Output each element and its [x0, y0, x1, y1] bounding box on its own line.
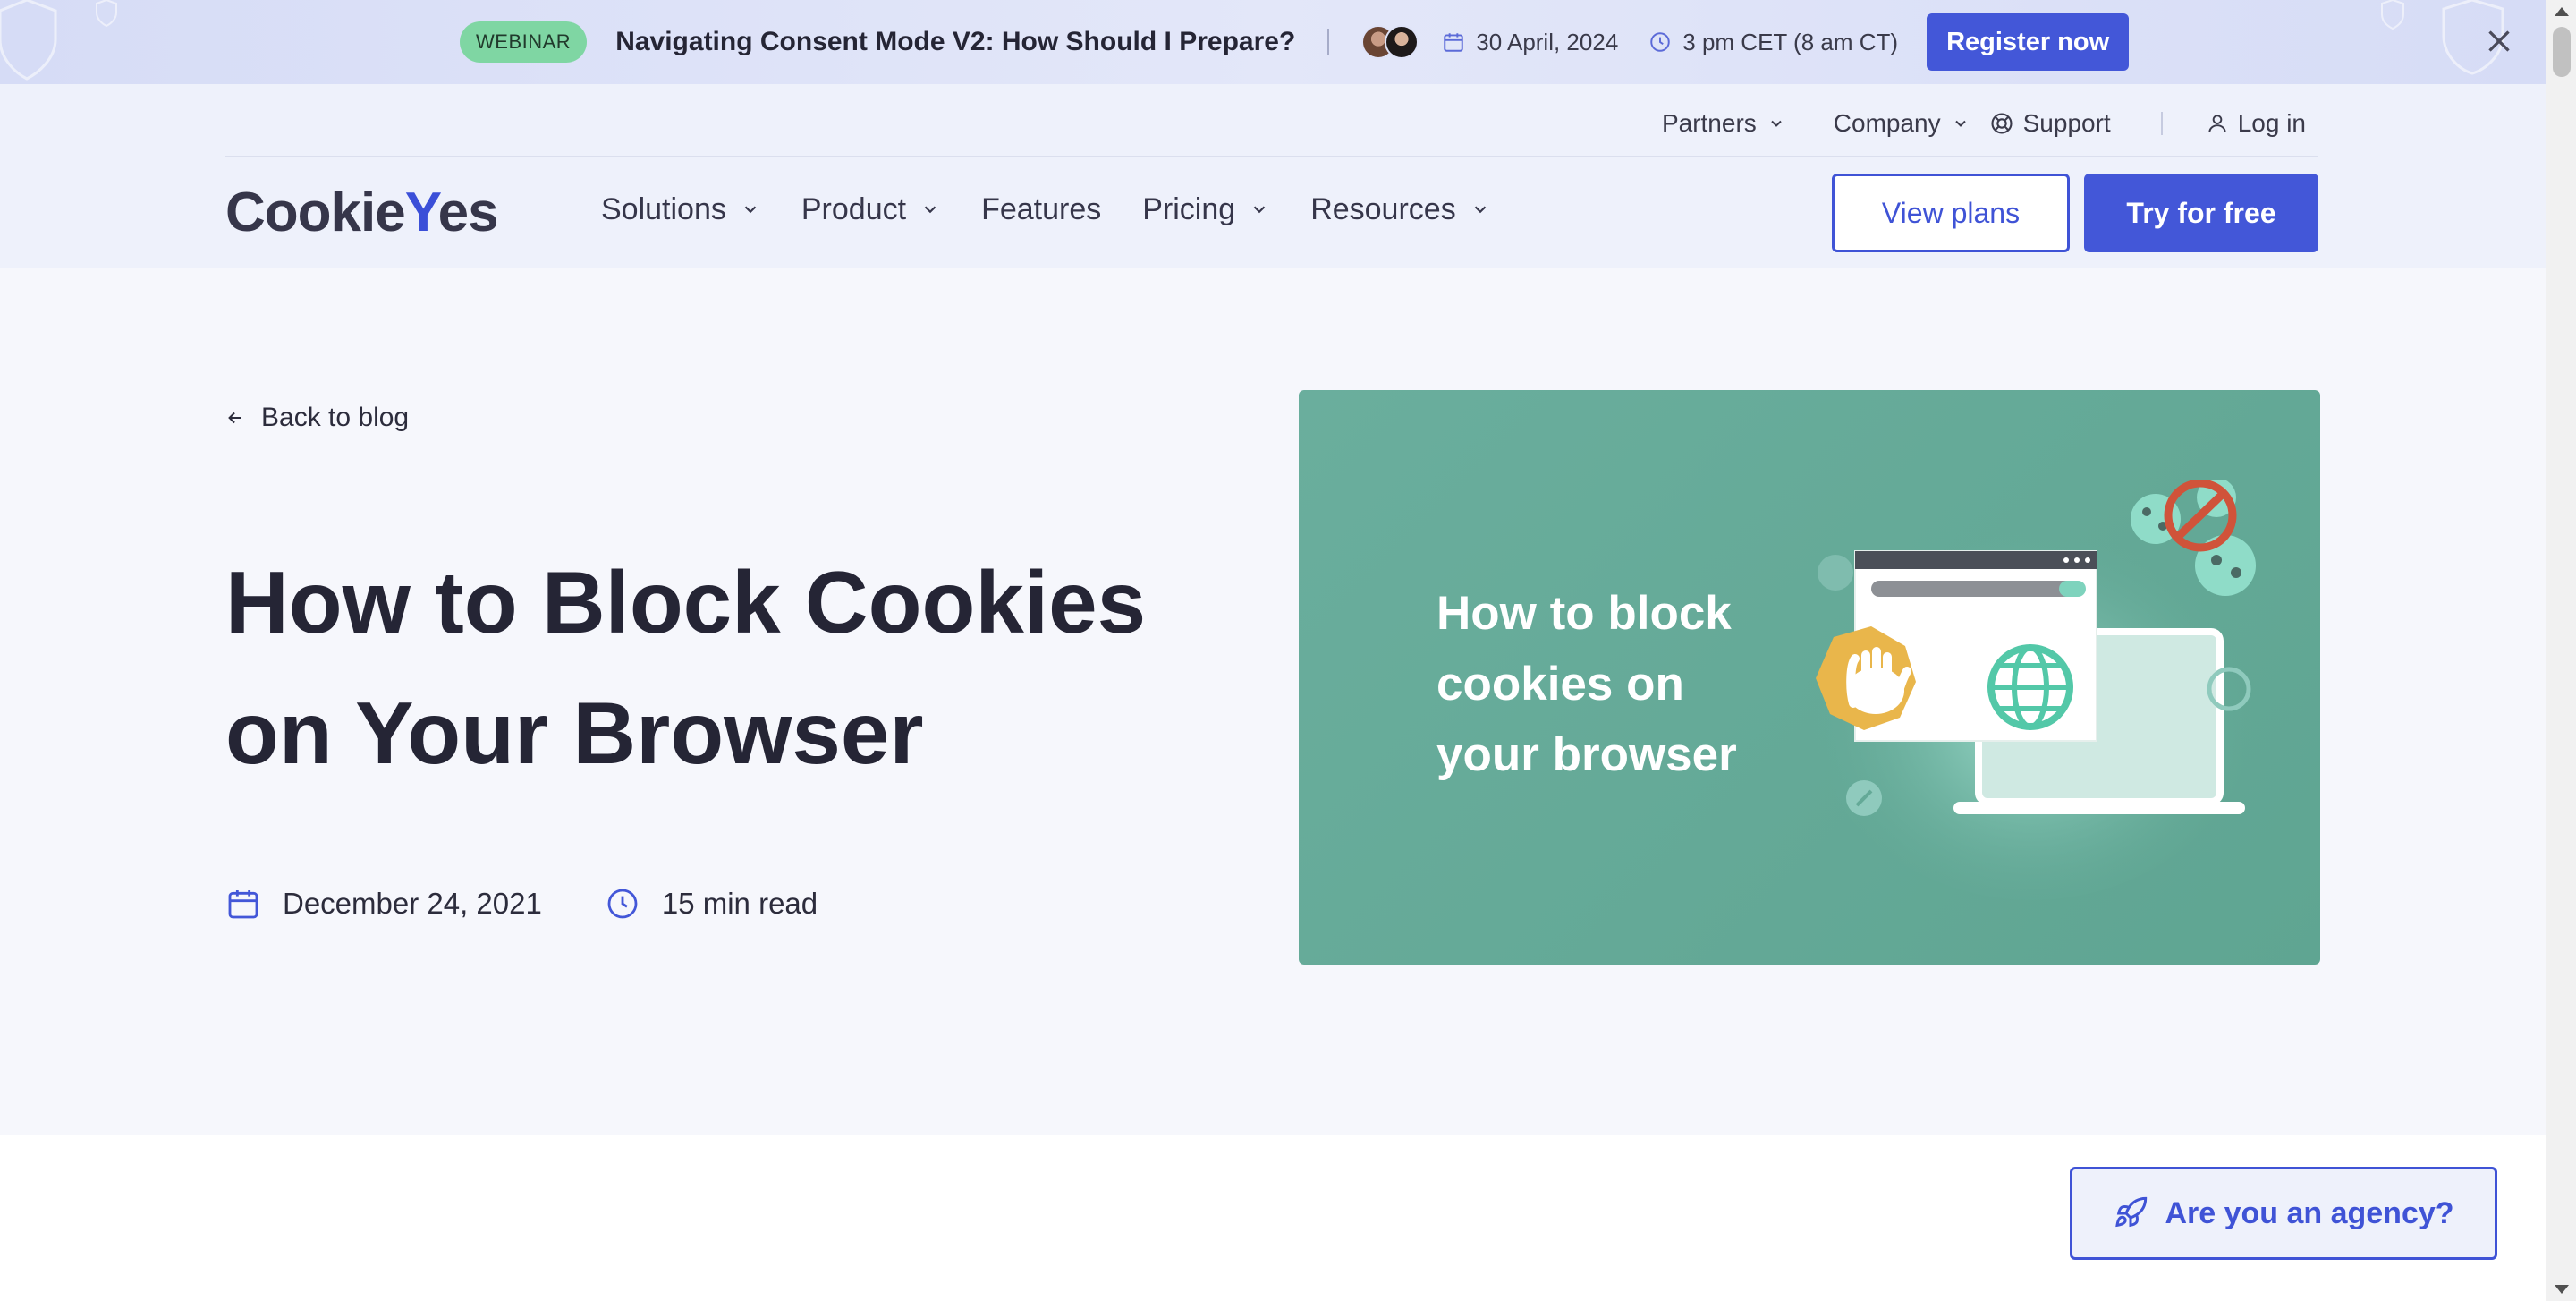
shield-decoration-icon	[96, 0, 117, 27]
agency-button-label: Are you an agency?	[2165, 1195, 2454, 1230]
featured-image-caption-line: your browser	[1436, 728, 1737, 781]
featured-image-caption: How to block cookies on your browser	[1436, 578, 1812, 790]
lifebuoy-icon	[1991, 113, 2012, 134]
clock-icon	[1650, 32, 1671, 52]
block-cookies-illustration	[1809, 480, 2256, 900]
page-scrollbar[interactable]	[2546, 0, 2576, 1301]
nav-company[interactable]: Company	[1834, 109, 1970, 138]
chevron-down-icon	[1954, 120, 1966, 127]
page-title: How to Block Cookies on Your Browser	[225, 537, 1299, 798]
featured-image: How to block cookies on your browser	[1299, 390, 2320, 965]
scroll-up-arrow-icon[interactable]	[2555, 7, 2569, 16]
nav-login-label: Log in	[2237, 109, 2306, 137]
webinar-title[interactable]: Navigating Consent Mode V2: How Should I…	[615, 27, 1295, 57]
featured-image-caption-line: How to block	[1436, 587, 1732, 640]
publish-date: December 24, 2021	[225, 886, 542, 922]
article-hero: Back to blog How to Block Cookies on You…	[0, 268, 2546, 1135]
register-now-button[interactable]: Register now	[1927, 13, 2130, 71]
chevron-down-icon	[744, 206, 757, 214]
nav-features-label: Features	[981, 191, 1102, 226]
shield-decoration-icon	[2381, 0, 2404, 30]
chevron-down-icon	[924, 206, 936, 214]
nav-solutions-label: Solutions	[601, 191, 726, 226]
back-to-blog-link[interactable]: Back to blog	[225, 403, 409, 433]
site-header: Partners Company Support Log in CookieYe…	[0, 84, 2546, 268]
nav-pricing[interactable]: Pricing	[1142, 192, 1269, 227]
scrollbar-thumb[interactable]	[2553, 27, 2571, 77]
nav-pricing-label: Pricing	[1142, 191, 1236, 226]
read-time: 15 min read	[605, 886, 818, 922]
arrow-left-icon	[228, 412, 242, 424]
nav-resources[interactable]: Resources	[1310, 192, 1490, 227]
scroll-down-arrow-icon[interactable]	[2555, 1285, 2569, 1294]
shield-decoration-icon	[0, 0, 57, 81]
webinar-time: 3 pm CET (8 am CT)	[1648, 29, 1898, 56]
utility-nav: Partners Company Support Log in	[1614, 97, 2306, 150]
divider	[2160, 112, 2163, 135]
close-icon[interactable]	[2483, 25, 2515, 57]
calendar-icon	[1444, 33, 1463, 52]
webinar-banner: WEBINAR Navigating Consent Mode V2: How …	[0, 0, 2546, 84]
logo-text-suffix: es	[437, 182, 499, 243]
nav-partners[interactable]: Partners	[1662, 109, 1785, 138]
view-plans-button[interactable]: View plans	[1832, 174, 2070, 252]
publish-date-text: December 24, 2021	[283, 887, 542, 920]
divider	[1327, 29, 1330, 55]
nav-resources-label: Resources	[1310, 191, 1456, 226]
webinar-date-text: 30 April, 2024	[1476, 28, 1619, 55]
chevron-down-icon	[1771, 120, 1782, 127]
nav-partners-label: Partners	[1661, 109, 1757, 137]
nav-login[interactable]: Log in	[2206, 109, 2306, 138]
webinar-time-text: 3 pm CET (8 am CT)	[1682, 28, 1899, 55]
logo-accent: Y	[404, 182, 439, 243]
chevron-down-icon	[1253, 206, 1266, 214]
clock-icon	[607, 889, 638, 919]
nav-support-label: Support	[2022, 109, 2111, 137]
webinar-date: 30 April, 2024	[1442, 29, 1618, 56]
chevron-down-icon	[1474, 206, 1486, 214]
nav-solutions[interactable]: Solutions	[601, 192, 760, 227]
rocket-icon	[2115, 1196, 2148, 1228]
calendar-icon	[228, 890, 258, 919]
article-meta: December 24, 2021 15 min read	[225, 886, 880, 922]
nav-product-label: Product	[801, 191, 907, 226]
nav-company-label: Company	[1833, 109, 1941, 137]
try-for-free-button[interactable]: Try for free	[2084, 174, 2318, 252]
page-title-line: on Your Browser	[225, 684, 924, 782]
nav-product[interactable]: Product	[801, 192, 940, 227]
main-nav: Solutions Product Features Pricing Resou…	[601, 183, 1531, 236]
featured-image-caption-line: cookies on	[1436, 658, 1684, 710]
webinar-badge: WEBINAR	[460, 21, 588, 63]
page-title-line: How to Block Cookies	[225, 553, 1147, 651]
cookieyes-logo[interactable]: CookieYes	[225, 181, 499, 244]
logo-text: Cookie	[225, 182, 406, 243]
back-to-blog-label: Back to blog	[261, 403, 410, 432]
divider	[225, 156, 2318, 157]
speaker-avatars	[1361, 25, 1419, 59]
user-icon	[2208, 115, 2226, 132]
nav-features[interactable]: Features	[981, 192, 1101, 227]
nav-support[interactable]: Support	[1989, 109, 2111, 138]
read-time-text: 15 min read	[661, 887, 818, 920]
agency-button[interactable]: Are you an agency?	[2070, 1167, 2497, 1260]
avatar	[1385, 25, 1419, 59]
